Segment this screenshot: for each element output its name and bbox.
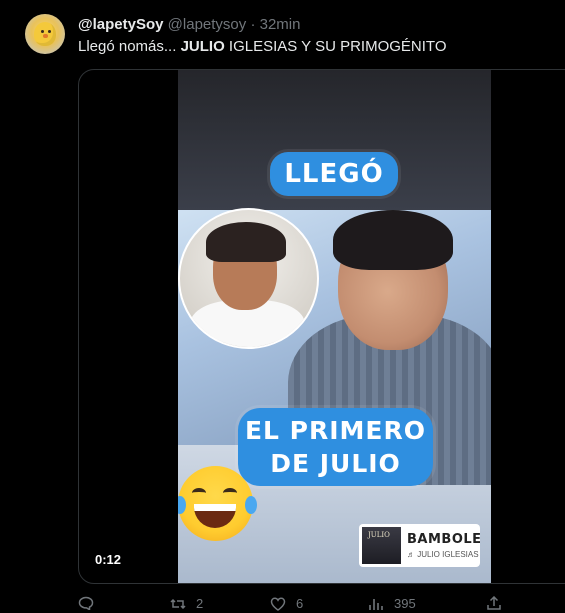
emoji-tear-left [178, 496, 186, 514]
album-cover: JULIO [362, 527, 401, 564]
circle-photo [178, 208, 319, 349]
avatar-beak [43, 34, 48, 38]
media-container[interactable]: LLEGÓ EL PRIMERO DE JULIO JULIO BAMBOLEO… [78, 69, 565, 584]
retweet-count: 2 [196, 596, 204, 611]
music-artist: ♬ JULIO IGLESIAS [407, 550, 479, 559]
caption-llego: LLEGÓ [270, 152, 398, 196]
emoji-eye-left [192, 488, 206, 498]
circle-photo-hair [206, 222, 286, 262]
tweet[interactable]: @lapetySoy @lapetysoy · 32min Llegó nomá… [0, 0, 565, 612]
album-cover-title: JULIO [368, 531, 390, 539]
views-count: 395 [394, 596, 416, 611]
reply-button[interactable] [78, 596, 104, 612]
avatar-eye-right [48, 30, 51, 33]
heart-icon [270, 597, 286, 611]
avatar-eye-left [41, 30, 44, 33]
video-player[interactable]: LLEGÓ EL PRIMERO DE JULIO JULIO BAMBOLEO… [178, 70, 491, 583]
music-sticker: JULIO BAMBOLEO ♬ JULIO IGLESIAS [359, 524, 480, 567]
tweet-text-bold: JULIO [180, 38, 225, 55]
laughing-crying-emoji-icon [178, 466, 257, 541]
tweet-time[interactable]: 32min [260, 16, 301, 33]
like-button[interactable]: 6 [270, 596, 303, 611]
retweet-icon [170, 597, 186, 611]
tweet-header: @lapetySoy @lapetysoy · 32min [78, 16, 300, 33]
avatar[interactable] [25, 14, 65, 54]
video-timer: 0:12 [95, 552, 122, 567]
tweet-actions: 2 6 395 [78, 595, 558, 612]
separator-dot: · [250, 16, 256, 33]
tweet-text-suffix: IGLESIAS Y SU PRIMOGÉNITO [224, 38, 447, 55]
caption-primero-line1: EL PRIMERO [244, 416, 427, 445]
emoji-tear-right [245, 496, 257, 514]
emoji-mouth [194, 504, 236, 528]
views-button[interactable]: 395 [368, 596, 416, 611]
tweet-text: Llegó nomás... JULIO IGLESIAS Y SU PRIMO… [78, 38, 446, 55]
tweet-text-prefix: Llegó nomás... [78, 38, 181, 55]
like-count: 6 [296, 596, 304, 611]
retweet-button[interactable]: 2 [170, 596, 203, 611]
display-name[interactable]: @lapetySoy [78, 16, 164, 33]
share-icon [486, 595, 502, 610]
share-button[interactable] [486, 595, 512, 610]
user-handle[interactable]: @lapetysoy [168, 16, 247, 33]
caption-primero-line2: DE JULIO [270, 449, 401, 478]
music-song-title: BAMBOLEO [407, 532, 480, 547]
bar-chart-icon [368, 597, 384, 611]
reply-icon [78, 596, 94, 612]
photo-man-hair [333, 210, 453, 270]
emoji-eye-right [223, 488, 237, 498]
caption-primero: EL PRIMERO DE JULIO [238, 408, 433, 486]
